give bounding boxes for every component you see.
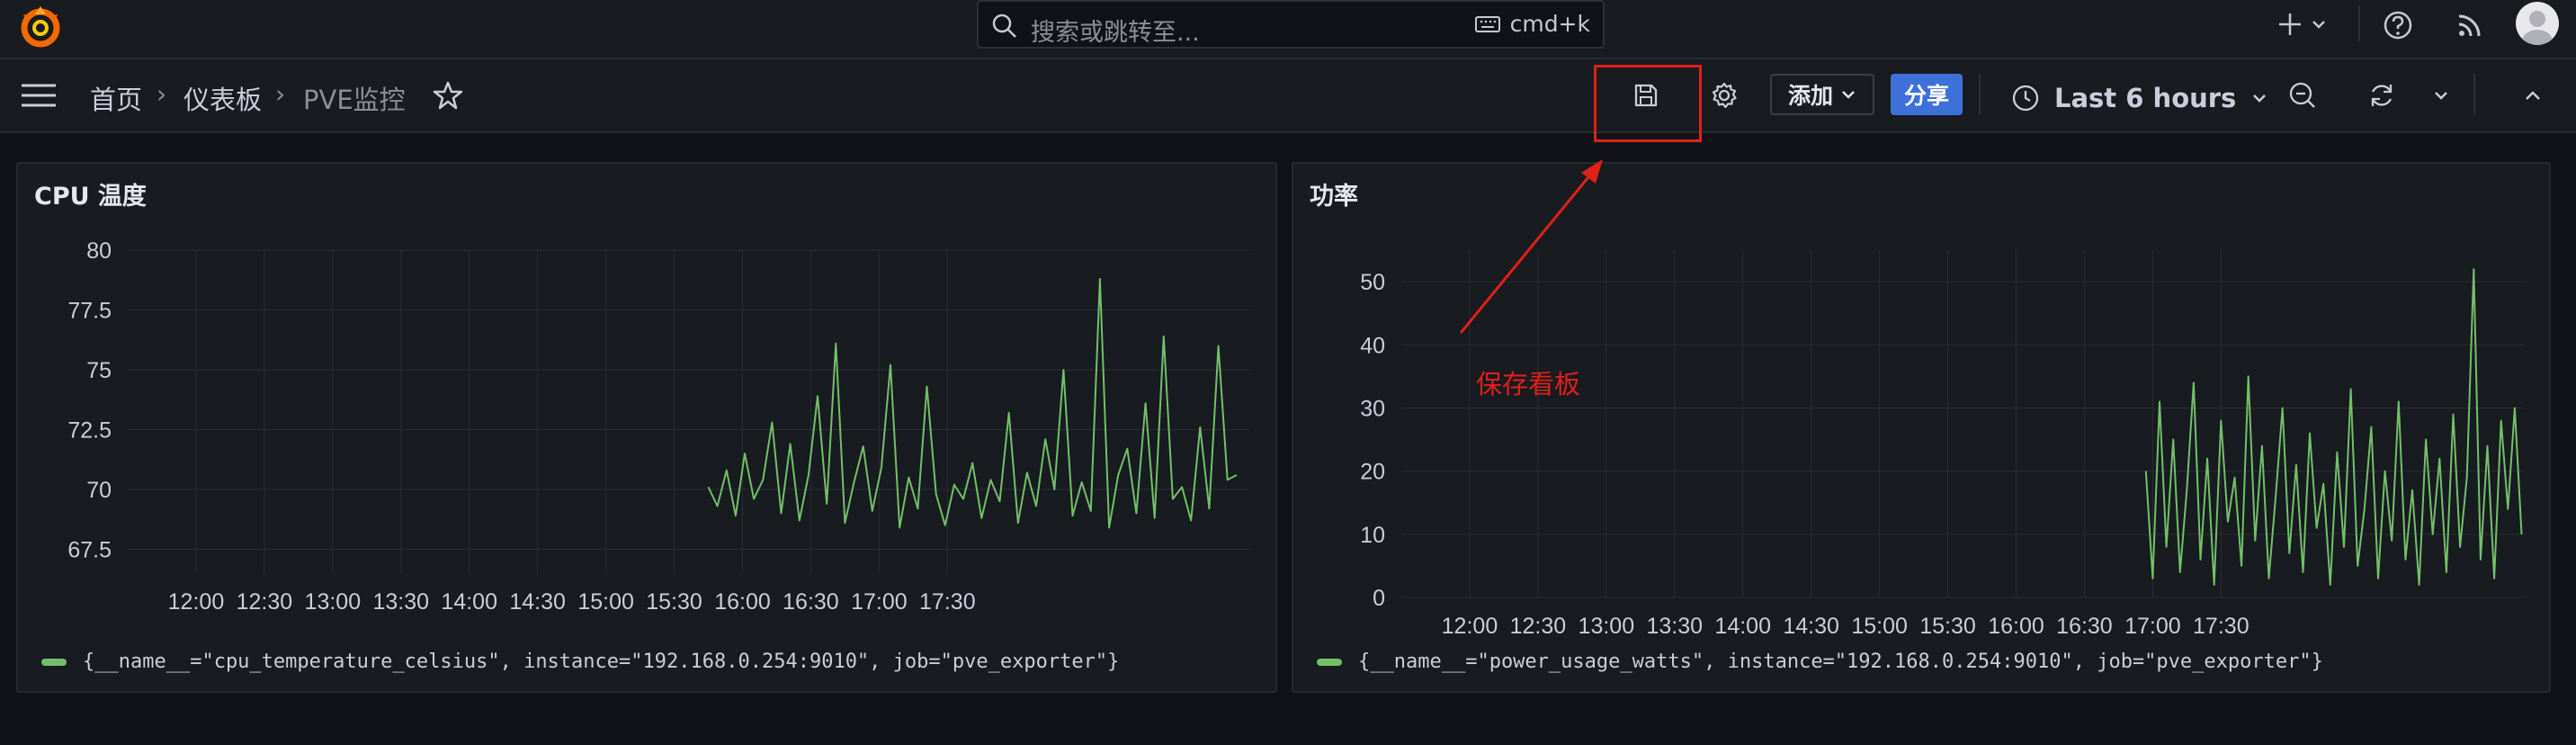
panel-power: 功率 0 10 20 30 40 50 12:00 12:30 13:00 13:30 14:00 1… (1292, 162, 2551, 693)
refresh-button[interactable] (2364, 77, 2400, 113)
menu-icon (22, 84, 56, 107)
x-tick-label: 14:00 (441, 589, 497, 615)
gear-icon (1712, 82, 1737, 109)
y-tick-label: 72.5 (67, 417, 112, 443)
top-bar: 搜索或跳转至... cmd+k (0, 0, 2576, 59)
chevron-down-icon (2312, 21, 2325, 29)
x-tick-label: 14:00 (1714, 614, 1771, 639)
rss-icon (2458, 14, 2481, 37)
legend[interactable]: {__name__="power_usage_watts", instance=… (1317, 651, 2323, 673)
x-tick-label: 13:30 (372, 589, 429, 615)
legend-swatch (41, 658, 67, 666)
zoom-out-button[interactable] (2285, 77, 2321, 113)
refresh-interval-dropdown[interactable] (2427, 81, 2455, 110)
help-button[interactable] (2382, 9, 2414, 41)
y-tick-label: 40 (1360, 333, 1385, 358)
breadcrumb-home[interactable]: 首页 (90, 79, 142, 117)
legend-label: {__name__="cpu_temperature_celsius", ins… (83, 651, 1120, 673)
x-tick-label: 14:30 (509, 589, 566, 615)
annotation-text: 保存看板 (1476, 369, 1581, 399)
x-tick-label: 12:30 (1510, 614, 1567, 639)
y-tick-label: 70 (86, 478, 112, 503)
breadcrumb-separator-icon: › (157, 79, 167, 109)
x-tick-label: 15:30 (646, 589, 702, 615)
x-tick-label: 16:30 (2056, 614, 2113, 639)
divider (1979, 74, 1981, 115)
x-tick-label: 12:30 (237, 589, 293, 615)
x-tick-label: 17:30 (919, 589, 976, 615)
avatar[interactable] (2516, 2, 2559, 45)
x-tick-label: 15:00 (1851, 614, 1908, 639)
zoom-out-icon (2289, 82, 2315, 108)
collapse-toolbar-button[interactable] (2518, 81, 2547, 110)
y-tick-label: 10 (1360, 523, 1385, 548)
star-icon (433, 81, 463, 110)
dashboard-settings-button[interactable] (1706, 77, 1742, 113)
add-button-label: 添加 (1787, 83, 1833, 109)
chevron-down-icon (1842, 91, 1855, 99)
new-menu-button[interactable] (2274, 9, 2330, 40)
x-tick-label: 13:00 (305, 589, 362, 615)
power-chart: 0 10 20 30 40 50 12:00 12:30 13:00 13:30 14:00 14:3… (1360, 250, 2524, 639)
keyboard-icon (1474, 15, 1500, 32)
x-tick-label: 16:00 (714, 589, 771, 615)
breadcrumb-dashboards[interactable]: 仪表板 (183, 79, 262, 117)
plus-icon (2279, 13, 2301, 35)
breadcrumb-current: PVE监控 (303, 85, 406, 115)
x-tick-label: 15:00 (577, 589, 634, 615)
series-line (2144, 268, 2523, 586)
search-placeholder: 搜索或跳转至... (1031, 19, 1200, 47)
y-tick-label: 20 (1360, 460, 1385, 485)
chevron-down-icon (2253, 94, 2267, 103)
share-button[interactable]: 分享 (1891, 74, 1963, 115)
refresh-icon (2371, 85, 2393, 106)
y-tick-label: 77.5 (67, 298, 112, 323)
time-range-picker[interactable]: Last 6 hours (2011, 77, 2268, 119)
legend[interactable]: {__name__="cpu_temperature_celsius", ins… (41, 651, 1119, 673)
search-input[interactable]: 搜索或跳转至... cmd+k (977, 0, 1605, 49)
search-shortcut-label: cmd+k (1509, 11, 1590, 37)
favorite-button[interactable] (430, 77, 466, 113)
x-tick-label: 17:00 (2124, 614, 2181, 639)
legend-label: {__name__="power_usage_watts", instance=… (1358, 651, 2323, 673)
add-button[interactable]: 添加 (1770, 74, 1874, 115)
panel-cpu-temperature: CPU 温度 67.5 70 72.5 75 77.5 80 12:00 12:30 13:00… (16, 162, 1277, 693)
y-tick-label: 50 (1360, 270, 1385, 295)
x-tick-label: 13:30 (1646, 614, 1703, 639)
x-tick-label: 12:00 (1442, 614, 1498, 639)
x-tick-label: 17:00 (851, 589, 908, 615)
y-tick-label: 75 (86, 358, 112, 383)
search-shortcut: cmd+k (1474, 11, 1590, 37)
save-button-highlight (1594, 65, 1702, 142)
help-icon (2384, 11, 2412, 40)
clock-icon (2012, 85, 2039, 112)
x-tick-label: 14:30 (1783, 614, 1839, 639)
y-tick-label: 80 (86, 238, 112, 264)
share-button-label: 分享 (1903, 83, 1949, 109)
breadcrumb-separator-icon: › (275, 79, 286, 109)
menu-button[interactable] (20, 79, 58, 112)
y-tick-label: 67.5 (67, 537, 112, 562)
legend-swatch (1317, 658, 1342, 666)
chevron-down-icon (2435, 92, 2447, 100)
news-button[interactable] (2454, 9, 2486, 41)
chevron-up-icon (2526, 91, 2540, 100)
divider (2358, 5, 2360, 41)
dashboard-toolbar: 首页 › 仪表板 › PVE监控 添加 分享 Last 6 hours (0, 59, 2576, 133)
cpu-temperature-chart: 67.5 70 72.5 75 77.5 80 12:00 12:30 13:00 13:30 14… (67, 238, 1250, 615)
x-tick-label: 17:30 (2193, 614, 2250, 639)
time-range-label: Last 6 hours (2054, 83, 2237, 113)
series-line (707, 277, 1238, 529)
search-icon (991, 13, 1018, 43)
y-tick-label: 30 (1360, 396, 1385, 421)
x-tick-label: 16:30 (783, 589, 839, 615)
x-tick-label: 12:00 (168, 589, 225, 615)
x-tick-label: 13:00 (1579, 614, 1635, 639)
y-tick-label: 0 (1373, 586, 1385, 611)
divider (2473, 74, 2475, 115)
x-tick-label: 15:30 (1919, 614, 1976, 639)
grafana-logo-icon[interactable] (18, 4, 63, 50)
x-tick-label: 16:00 (1988, 614, 2044, 639)
